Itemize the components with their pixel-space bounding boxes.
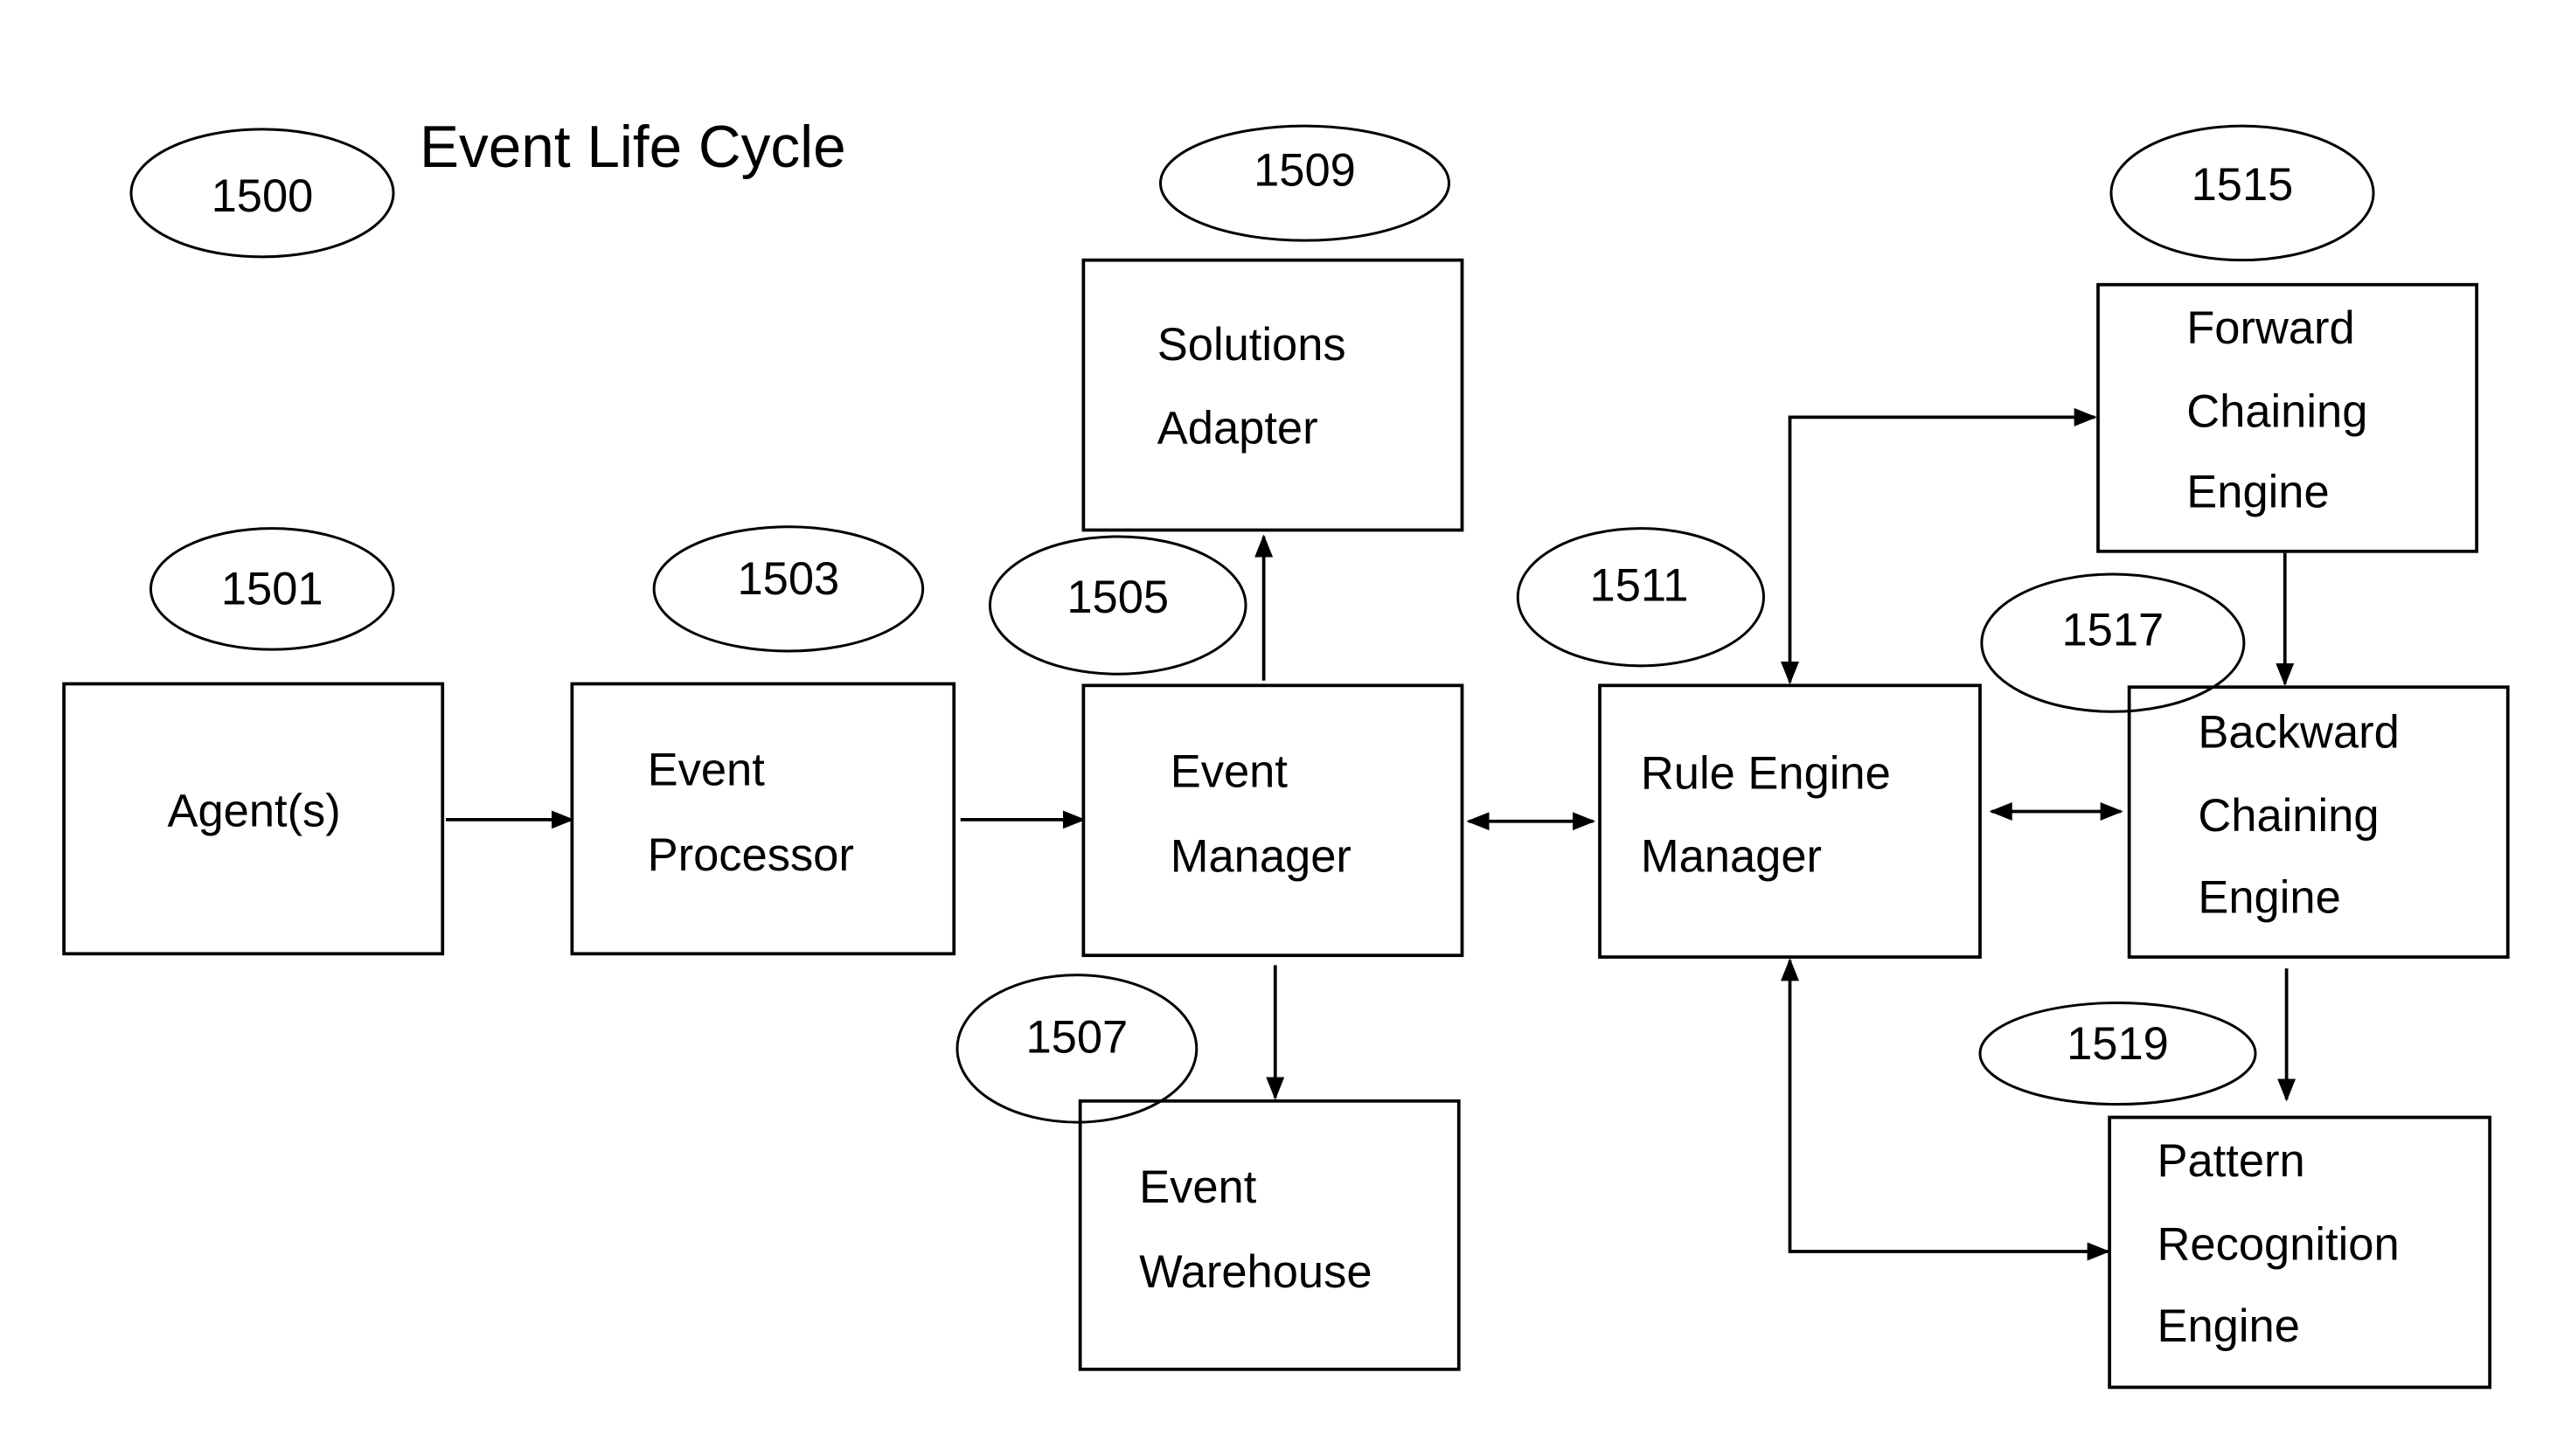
backward-chaining-engine-label-line1: Backward bbox=[2198, 708, 2399, 759]
pattern-recognition-engine-label-line2: Recognition bbox=[2157, 1219, 2400, 1270]
solutions-adapter-label-line1: Solutions bbox=[1157, 320, 1346, 371]
node-pattern-recognition-engine: Pattern Recognition Engine 1519 bbox=[1978, 1001, 2491, 1390]
pattern-recognition-engine-label-line1: Pattern bbox=[2157, 1136, 2305, 1187]
diagram-title: Event Life Cycle bbox=[420, 114, 846, 180]
forward-chaining-engine-ref-number: 1515 bbox=[2192, 160, 2294, 211]
event-processor-label-line2: Processor bbox=[648, 830, 854, 881]
forward-chaining-engine-label-line2: Chaining bbox=[2186, 387, 2367, 438]
rule-engine-manager-label-line1: Rule Engine bbox=[1641, 748, 1891, 799]
node-backward-chaining-engine: Backward Chaining Engine 1517 bbox=[1980, 572, 2510, 959]
pattern-recognition-engine-ref-number: 1519 bbox=[2067, 1019, 2169, 1070]
node-rule-engine-manager: Rule Engine Manager 1511 bbox=[1516, 527, 1982, 959]
event-life-cycle-diagram: 1500 Event Life Cycle Agent(s) 1501 Even… bbox=[62, 114, 2510, 1390]
backward-chaining-engine-label-line3: Engine bbox=[2198, 873, 2340, 924]
edge-rule-engine-forward-chaining bbox=[1781, 407, 2097, 685]
agents-label: Agent(s) bbox=[167, 786, 340, 836]
event-processor-box bbox=[570, 682, 956, 956]
rule-engine-manager-label-line2: Manager bbox=[1641, 832, 1822, 883]
event-processor-ref-number: 1503 bbox=[737, 554, 839, 605]
event-warehouse-label-line1: Event bbox=[1139, 1162, 1257, 1213]
node-solutions-adapter: Solutions Adapter 1509 bbox=[1081, 124, 1464, 532]
edge-rule-engine-pattern-recognition bbox=[1781, 958, 2110, 1261]
node-event-warehouse: Event Warehouse 1507 bbox=[955, 974, 1461, 1371]
node-event-processor: Event Processor 1503 bbox=[570, 525, 956, 956]
event-warehouse-label-line2: Warehouse bbox=[1139, 1247, 1372, 1298]
pattern-recognition-engine-label-line3: Engine bbox=[2157, 1301, 2300, 1352]
solutions-adapter-label-line2: Adapter bbox=[1157, 403, 1318, 454]
event-manager-label-line2: Manager bbox=[1171, 832, 1351, 883]
backward-chaining-engine-ref-number: 1517 bbox=[2061, 605, 2164, 655]
node-agents: Agent(s) 1501 bbox=[62, 527, 445, 956]
solutions-adapter-box bbox=[1081, 258, 1464, 532]
node-forward-chaining-engine: Forward Chaining Engine 1515 bbox=[2096, 124, 2478, 553]
solutions-adapter-ref-number: 1509 bbox=[1254, 145, 1356, 196]
event-manager-ref-number: 1505 bbox=[1067, 572, 1169, 623]
event-warehouse-box bbox=[1078, 1099, 1461, 1371]
rule-engine-manager-box bbox=[1598, 683, 1982, 959]
forward-chaining-engine-label-line1: Forward bbox=[2186, 303, 2354, 354]
forward-chaining-engine-label-line3: Engine bbox=[2186, 467, 2329, 517]
backward-chaining-engine-label-line2: Chaining bbox=[2198, 791, 2379, 842]
event-processor-label-line1: Event bbox=[648, 745, 766, 796]
event-manager-box bbox=[1081, 683, 1464, 958]
figure-ref-number: 1500 bbox=[212, 171, 314, 222]
rule-engine-manager-ref-number: 1511 bbox=[1590, 561, 1689, 612]
event-manager-label-line1: Event bbox=[1171, 746, 1289, 797]
event-warehouse-ref-number: 1507 bbox=[1025, 1012, 1128, 1063]
agents-ref-number: 1501 bbox=[221, 565, 323, 615]
node-event-manager: Event Manager 1505 bbox=[989, 535, 1464, 958]
